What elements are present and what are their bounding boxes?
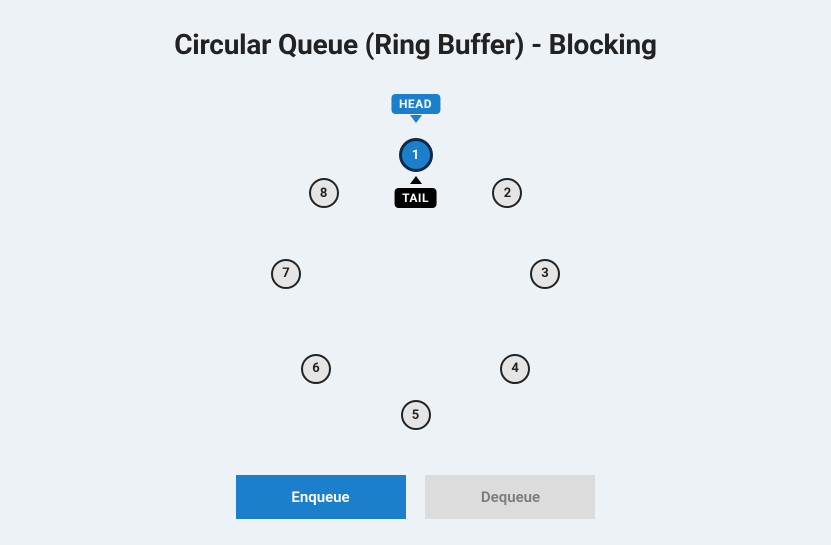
ring-node-5: 5 — [401, 400, 431, 430]
tail-arrow-icon — [410, 176, 422, 184]
tail-badge: TAIL — [394, 188, 437, 208]
ring-node-1: 1HEADTAIL — [399, 138, 433, 172]
enqueue-button[interactable]: Enqueue — [236, 475, 406, 519]
ring-node-8: 8 — [309, 178, 339, 208]
ring-node-7: 7 — [271, 259, 301, 289]
head-arrow-icon — [410, 115, 422, 123]
ring-node-6: 6 — [301, 354, 331, 384]
head-badge: HEAD — [391, 94, 440, 114]
ring-node-3: 3 — [530, 259, 560, 289]
page-title: Circular Queue (Ring Buffer) - Blocking — [0, 28, 831, 61]
dequeue-button[interactable]: Dequeue — [425, 475, 595, 519]
ring-node-4: 4 — [500, 354, 530, 384]
ring-node-2: 2 — [492, 178, 522, 208]
button-row: Enqueue Dequeue — [0, 475, 831, 519]
